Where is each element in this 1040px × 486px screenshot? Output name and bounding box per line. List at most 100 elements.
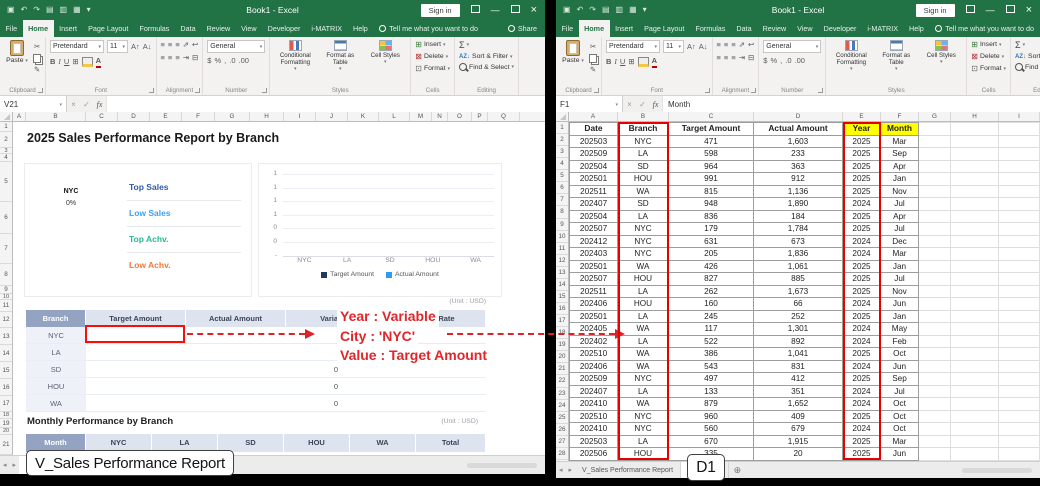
cell-C11[interactable]: 205 [669,248,754,261]
cell-G21[interactable] [919,373,951,386]
cell[interactable]: LA [26,344,86,361]
cell[interactable]: 0 [286,378,386,395]
tell-me-search[interactable]: Tell me what you want to do [929,20,1040,37]
column-header-G[interactable]: G [919,112,951,121]
cell-A16[interactable]: 202501 [569,311,618,324]
cell-C26[interactable]: 670 [669,436,754,449]
cell-D11[interactable]: 1,836 [754,248,843,261]
column-header-B[interactable]: B [618,112,669,121]
cell-H24[interactable] [951,411,999,424]
merge-center-icon[interactable]: ⊟ [192,53,198,63]
cell-A18[interactable]: 202402 [569,336,618,349]
cell-B8[interactable]: LA [618,211,669,224]
ribbon-tab-i-matrix[interactable]: i-MATRIX [306,20,348,37]
cell-F5[interactable]: Jan [881,173,919,186]
align-top-icon[interactable]: ≡ [717,40,721,50]
cell-H21[interactable] [951,373,999,386]
dialog-launcher-icon[interactable] [38,88,43,93]
row-header-6[interactable]: 6 [556,182,568,194]
ribbon-tab-file[interactable]: File [556,20,579,37]
cell-D12[interactable]: 1,061 [754,261,843,274]
format-cells-button[interactable]: ⊡ Format ▾ [971,64,1006,73]
row-header-9[interactable]: 9 [556,219,568,231]
ribbon-tab-home[interactable]: Home [579,20,610,37]
row-header-8[interactable]: 8 [0,264,12,286]
row-header-16[interactable]: 16 [556,303,568,315]
cell-D23[interactable]: 1,652 [754,398,843,411]
cell-F7[interactable]: Jul [881,198,919,211]
cell-D13[interactable]: 885 [754,273,843,286]
cell-H14[interactable] [951,286,999,299]
column-header-I[interactable]: I [999,112,1040,121]
cell-C23[interactable]: 879 [669,398,754,411]
row-header-25[interactable]: 25 [556,412,568,424]
cell-A12[interactable]: 202501 [569,261,618,274]
cell-E8[interactable]: 2025 [843,211,881,224]
ribbon-tab-home[interactable]: Home [23,20,54,37]
cell-E25[interactable]: 2024 [843,423,881,436]
cell-I25[interactable] [999,423,1040,436]
row-header-19[interactable]: 19 [0,419,12,428]
cell[interactable] [386,361,486,378]
font-size-select[interactable]: 11▾ [663,40,684,53]
cell-C3[interactable]: 598 [669,148,754,161]
row-header-14[interactable]: 14 [556,279,568,291]
cell[interactable]: NYC [26,327,86,344]
cell-A24[interactable]: 202510 [569,411,618,424]
autosum-button[interactable]: Σ ▾ [1015,40,1040,50]
shrink-font-icon[interactable]: A↓ [143,42,152,52]
cell-A20[interactable]: 202406 [569,361,618,374]
align-left-icon[interactable]: ≡ [161,53,165,63]
format-cells-button[interactable]: ⊡ Format ▾ [415,64,450,73]
cell-H26[interactable] [951,436,999,449]
find-select-button[interactable]: Find & Select ▾ [1015,63,1040,71]
cell-B17[interactable]: WA [618,323,669,336]
cell-H9[interactable] [951,223,999,236]
cell-G17[interactable] [919,323,951,336]
cell-H25[interactable] [951,423,999,436]
row-header-13[interactable]: 13 [0,328,12,345]
cell-C2[interactable]: 471 [669,136,754,149]
increase-decimal-icon[interactable]: .0 [785,56,791,66]
ribbon-tab-developer[interactable]: Developer [818,20,862,37]
cell-F13[interactable]: Jul [881,273,919,286]
orientation-icon[interactable]: ⇗ [739,40,745,50]
cell-A13[interactable]: 202507 [569,273,618,286]
cell[interactable] [386,378,486,395]
cell-D21[interactable]: 412 [754,373,843,386]
cell-I24[interactable] [999,411,1040,424]
cell-H11[interactable] [951,248,999,261]
cell-C8[interactable]: 836 [669,211,754,224]
ribbon-display-options-icon[interactable] [471,0,480,20]
cell-A1[interactable]: Date [569,122,618,136]
cell-I8[interactable] [999,211,1040,224]
horizontal-scrollbar[interactable] [962,468,1032,473]
cell[interactable] [286,327,386,344]
paste-button[interactable]: Paste ▾ [4,40,30,84]
sort-filter-button[interactable]: AZ↓ Sort & Filter ▾ [459,53,514,60]
cell-D6[interactable]: 1,136 [754,186,843,199]
cell-A22[interactable]: 202407 [569,386,618,399]
column-header-E[interactable]: E [150,112,182,121]
cell-E12[interactable]: 2025 [843,261,881,274]
cell-H4[interactable] [951,161,999,174]
cell[interactable]: 0 [286,361,386,378]
cell-G15[interactable] [919,298,951,311]
row-header-27[interactable]: 27 [556,436,568,448]
row-header-2[interactable]: 2 [0,132,12,148]
fill-color-icon[interactable] [82,57,93,67]
cell-D14[interactable]: 1,673 [754,286,843,299]
cell-D10[interactable]: 673 [754,236,843,249]
column-header-Q[interactable]: Q [488,112,520,121]
row-header-28[interactable]: 28 [556,448,568,460]
format-as-table-button[interactable]: Format as Table ▾ [875,40,917,84]
cell-I9[interactable] [999,223,1040,236]
cell-D5[interactable]: 912 [754,173,843,186]
cell-I11[interactable] [999,248,1040,261]
formula-input[interactable] [106,96,545,113]
indent-icon[interactable]: ⇥ [739,53,745,63]
cell-F16[interactable]: Jan [881,311,919,324]
cell-G6[interactable] [919,186,951,199]
dialog-launcher-icon[interactable] [705,88,710,93]
row-header-24[interactable]: 24 [556,400,568,412]
